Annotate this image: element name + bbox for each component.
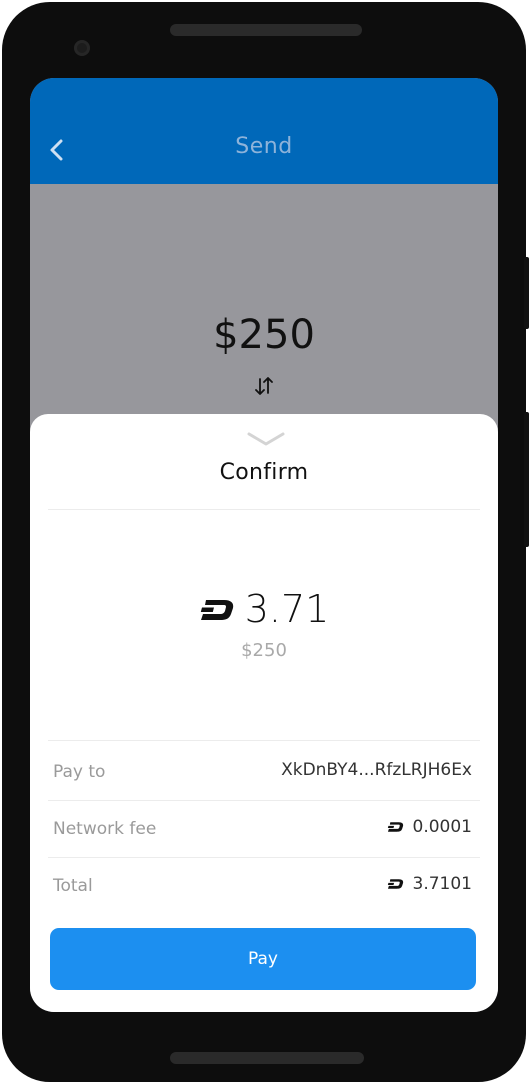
pay-to-label: Pay to [53,762,106,782]
dash-logo-icon [387,878,404,890]
crypto-amount-row: 3.71 [30,586,498,632]
dash-logo-icon [199,598,235,622]
total-amount: 3.7101 [412,874,472,894]
network-fee-label: Network fee [53,819,157,839]
divider [48,740,480,741]
page-title: Send [235,134,293,159]
pay-button[interactable]: Pay [50,928,476,990]
divider [48,857,480,858]
app-bar: Send [30,78,498,184]
entered-amount: $250 [213,312,315,358]
sheet-title: Confirm [219,460,309,485]
dash-logo-icon [387,821,404,833]
fiat-amount: $250 [241,640,287,661]
total-label: Total [53,876,93,896]
divider [48,509,480,510]
phone-screen: Send $250 Confirm 3.71 $250 Pay to XkDnB… [30,78,498,1012]
chevron-down-icon[interactable] [247,432,285,446]
divider [48,800,480,801]
crypto-amount: 3.71 [244,587,330,631]
swap-vertical-icon[interactable] [253,375,275,397]
front-camera [74,40,90,56]
volume-button [524,412,529,547]
total-value: 3.7101 [387,874,472,894]
pay-to-address: XkDnBY4...RfzLRJH6Ex [281,760,472,780]
network-fee-amount: 0.0001 [412,817,472,837]
earpiece-speaker [170,24,362,36]
network-fee-value: 0.0001 [387,817,472,837]
confirm-sheet: Confirm 3.71 $250 Pay to XkDnBY4...RfzLR… [30,414,498,1012]
pay-to-value: XkDnBY4...RfzLRJH6Ex [281,760,472,780]
power-button [524,257,529,329]
bottom-speaker [170,1052,364,1064]
